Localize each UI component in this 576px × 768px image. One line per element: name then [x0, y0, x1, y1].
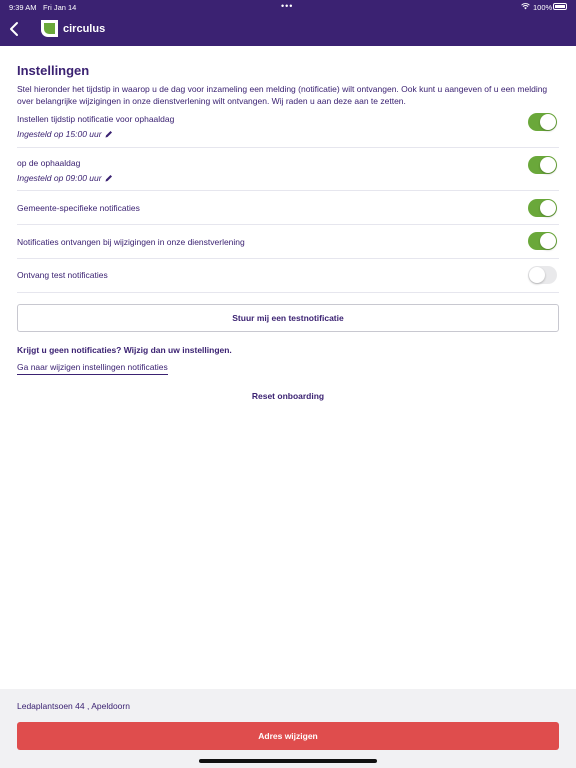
toggle-knob — [540, 114, 556, 130]
setting-row-pickup-day: op de ophaaldag Ingesteld op 09:00 uur — [17, 148, 559, 191]
toggle-test-notifications[interactable] — [528, 266, 557, 284]
setting-row-municipality: Gemeente-specifieke notificaties — [17, 191, 559, 225]
brand-name: circulus — [63, 23, 106, 35]
status-time: 9:39 AM — [9, 3, 37, 12]
battery-icon — [553, 3, 567, 10]
intro-text: Stel hieronder het tijdstip in waarop u … — [17, 84, 548, 106]
chevron-left-icon[interactable] — [8, 21, 20, 37]
wifi-icon — [521, 3, 530, 10]
pencil-icon[interactable] — [105, 174, 113, 182]
send-test-notification-button[interactable]: Stuur mij een testnotificatie — [17, 304, 559, 332]
setting-label: Ontvang test notificaties — [17, 270, 108, 280]
leaf-logo-icon — [41, 20, 58, 37]
time-setting-text: Ingesteld op 15:00 uur — [17, 129, 102, 139]
toggle-knob — [540, 157, 556, 173]
toggle-municipality[interactable] — [528, 199, 557, 217]
status-bar: 9:39 AM Fri Jan 14 ••• 100% — [0, 0, 576, 14]
address-panel: Ledaplantsoen 44 , Apeldoorn Adres wijzi… — [0, 689, 576, 768]
page-title: Instellingen — [17, 63, 90, 78]
pencil-icon[interactable] — [105, 130, 113, 138]
setting-row-service-changes: Notificaties ontvangen bij wijzigingen i… — [17, 225, 559, 259]
setting-label: Notificaties ontvangen bij wijzigingen i… — [17, 237, 245, 247]
no-notifications-text: Krijgt u geen notificaties? Wijzig dan u… — [17, 345, 232, 355]
time-setting[interactable]: Ingesteld op 15:00 uur — [17, 129, 113, 139]
setting-label: Gemeente-specifieke notificaties — [17, 203, 140, 213]
setting-label: Instellen tijdstip notificatie voor opha… — [17, 114, 175, 124]
battery-percent: 100% — [533, 3, 553, 12]
toggle-knob — [540, 233, 556, 249]
toggle-time-before[interactable] — [528, 113, 557, 131]
setting-label: op de ophaaldag — [17, 158, 81, 168]
toggle-knob — [540, 200, 556, 216]
multitask-dots[interactable]: ••• — [281, 1, 293, 11]
toggle-service-changes[interactable] — [528, 232, 557, 250]
status-date: Fri Jan 14 — [43, 3, 77, 12]
home-indicator[interactable] — [199, 759, 377, 763]
toggle-knob — [529, 267, 545, 283]
time-setting-text: Ingesteld op 09:00 uur — [17, 173, 102, 183]
toggle-pickup-day[interactable] — [528, 156, 557, 174]
setting-row-test: Ontvang test notificaties — [17, 259, 559, 293]
address-text: Ledaplantsoen 44 , Apeldoorn — [17, 701, 130, 711]
header-bar: 9:39 AM Fri Jan 14 ••• 100% circulus — [0, 0, 576, 46]
change-address-button[interactable]: Adres wijzigen — [17, 722, 559, 750]
time-setting[interactable]: Ingesteld op 09:00 uur — [17, 173, 113, 183]
notification-settings-link[interactable]: Ga naar wijzigen instellingen notificati… — [17, 362, 168, 375]
setting-row-time-before: Instellen tijdstip notificatie voor opha… — [17, 110, 559, 148]
reset-onboarding-button[interactable]: Reset onboarding — [0, 391, 576, 401]
